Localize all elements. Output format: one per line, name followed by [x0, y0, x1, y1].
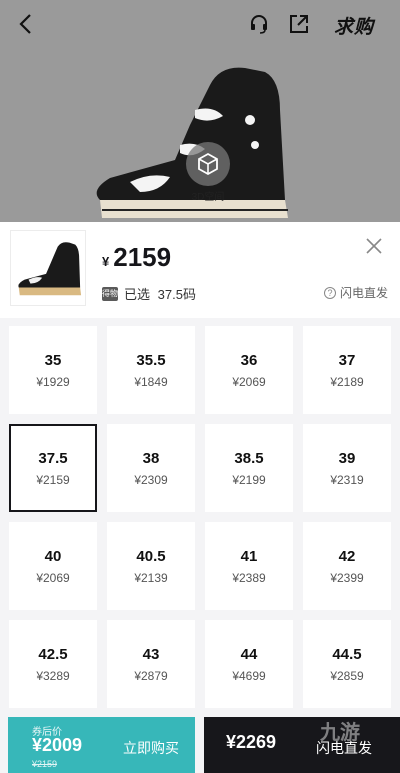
selected-size: 37.5码: [157, 287, 196, 302]
size-label: 44: [240, 645, 258, 663]
size-option-42[interactable]: 42 ¥2399: [303, 522, 391, 610]
buy-now-label: 立即购买: [123, 740, 179, 756]
currency-symbol: ¥: [102, 254, 110, 269]
size-label: 35: [44, 351, 62, 369]
buy-now-button[interactable]: 券后价 ¥2009 ¥2159 立即购买: [8, 717, 195, 773]
size-label: 44.5: [332, 645, 362, 663]
coupon-price: ¥2009: [32, 735, 83, 755]
size-option-38[interactable]: 38 ¥2309: [107, 424, 195, 512]
top-bar: 求购: [0, 0, 400, 48]
size-price: ¥2139: [134, 570, 168, 585]
brand-badge-icon: 得物: [102, 286, 118, 301]
current-price: ¥ 2159: [102, 242, 171, 273]
size-price: ¥3289: [36, 668, 70, 683]
size-option-37.5[interactable]: 37.5 ¥2159: [9, 424, 97, 512]
size-selection-sheet: ¥ 2159 得物 已选 37.5码 ? 闪电直发 35 ¥1929 35.5 ¥18…: [0, 222, 400, 773]
view-3d-button[interactable]: 3D空间: [178, 142, 238, 206]
size-price: ¥2189: [330, 374, 364, 389]
size-option-35.5[interactable]: 35.5 ¥1849: [107, 326, 195, 414]
size-option-40.5[interactable]: 40.5 ¥2139: [107, 522, 195, 610]
product-hero: 求购 3D空间: [0, 0, 400, 222]
size-label: 40: [44, 547, 62, 565]
size-price: ¥4699: [232, 668, 266, 683]
size-price: ¥2309: [134, 472, 168, 487]
watermark-logo: 九游: [320, 722, 360, 744]
size-option-35[interactable]: 35 ¥1929: [9, 326, 97, 414]
size-price: ¥2399: [330, 570, 364, 585]
size-label: 41: [240, 547, 258, 565]
size-option-38.5[interactable]: 38.5 ¥2199: [205, 424, 293, 512]
sheet-header: ¥ 2159 得物 已选 37.5码 ? 闪电直发: [0, 222, 400, 318]
chevron-left-icon: [19, 14, 31, 34]
flash-delivery-label: 闪电直发: [339, 286, 388, 300]
size-price: ¥2859: [330, 668, 364, 683]
flash-delivery-info[interactable]: ? 闪电直发: [323, 284, 388, 301]
size-grid: 35 ¥1929 35.5 ¥1849 36 ¥2069 37 ¥2189 37.5 ¥2159 3…: [9, 326, 391, 708]
size-price: ¥2879: [134, 668, 168, 683]
customer-service-button[interactable]: [245, 10, 273, 38]
view-3d-label: 3D空间: [191, 192, 225, 203]
product-thumbnail: [10, 230, 86, 306]
size-price: ¥2159: [36, 472, 70, 487]
size-price: ¥2069: [36, 570, 70, 585]
flash-price: ¥2269: [226, 732, 277, 752]
back-button[interactable]: [12, 10, 40, 38]
size-option-36[interactable]: 36 ¥2069: [205, 326, 293, 414]
size-label: 38: [142, 449, 160, 467]
size-label: 39: [338, 449, 356, 467]
close-icon[interactable]: [366, 238, 382, 254]
selected-size-info: 得物 已选 37.5码: [102, 284, 196, 303]
headset-icon: [251, 15, 267, 34]
cube-3d-icon: [198, 152, 218, 176]
size-label: 42: [338, 547, 356, 565]
size-price: ¥2319: [330, 472, 364, 487]
original-price: ¥2159: [32, 759, 58, 769]
share-button[interactable]: [285, 10, 313, 38]
size-price: ¥2069: [232, 374, 266, 389]
size-option-41[interactable]: 41 ¥2389: [205, 522, 293, 610]
size-label: 36: [240, 351, 258, 369]
size-price: ¥1929: [36, 374, 70, 389]
size-price: ¥2389: [232, 570, 266, 585]
size-label: 42.5: [38, 645, 68, 663]
size-label: 37.5: [38, 449, 68, 467]
size-option-43[interactable]: 43 ¥2879: [107, 620, 195, 708]
size-option-40[interactable]: 40 ¥2069: [9, 522, 97, 610]
share-icon: [290, 15, 308, 33]
size-option-44[interactable]: 44 ¥4699: [205, 620, 293, 708]
size-price: ¥1849: [134, 374, 168, 389]
size-label: 40.5: [136, 547, 166, 565]
size-label: 43: [142, 645, 160, 663]
size-label: 38.5: [234, 449, 264, 467]
size-option-39[interactable]: 39 ¥2319: [303, 424, 391, 512]
size-label: 35.5: [136, 351, 166, 369]
question-icon: ?: [323, 286, 336, 299]
buy-request-button[interactable]: 求购: [334, 12, 374, 39]
size-option-42.5[interactable]: 42.5 ¥3289: [9, 620, 97, 708]
size-price: ¥2199: [232, 472, 266, 487]
size-label: 37: [338, 351, 356, 369]
price-value: 2159: [113, 242, 172, 272]
size-option-37[interactable]: 37 ¥2189: [303, 326, 391, 414]
size-option-44.5[interactable]: 44.5 ¥2859: [303, 620, 391, 708]
flash-delivery-button[interactable]: ¥2269 闪电直发: [204, 717, 400, 773]
selected-prefix: 已选: [124, 287, 151, 302]
